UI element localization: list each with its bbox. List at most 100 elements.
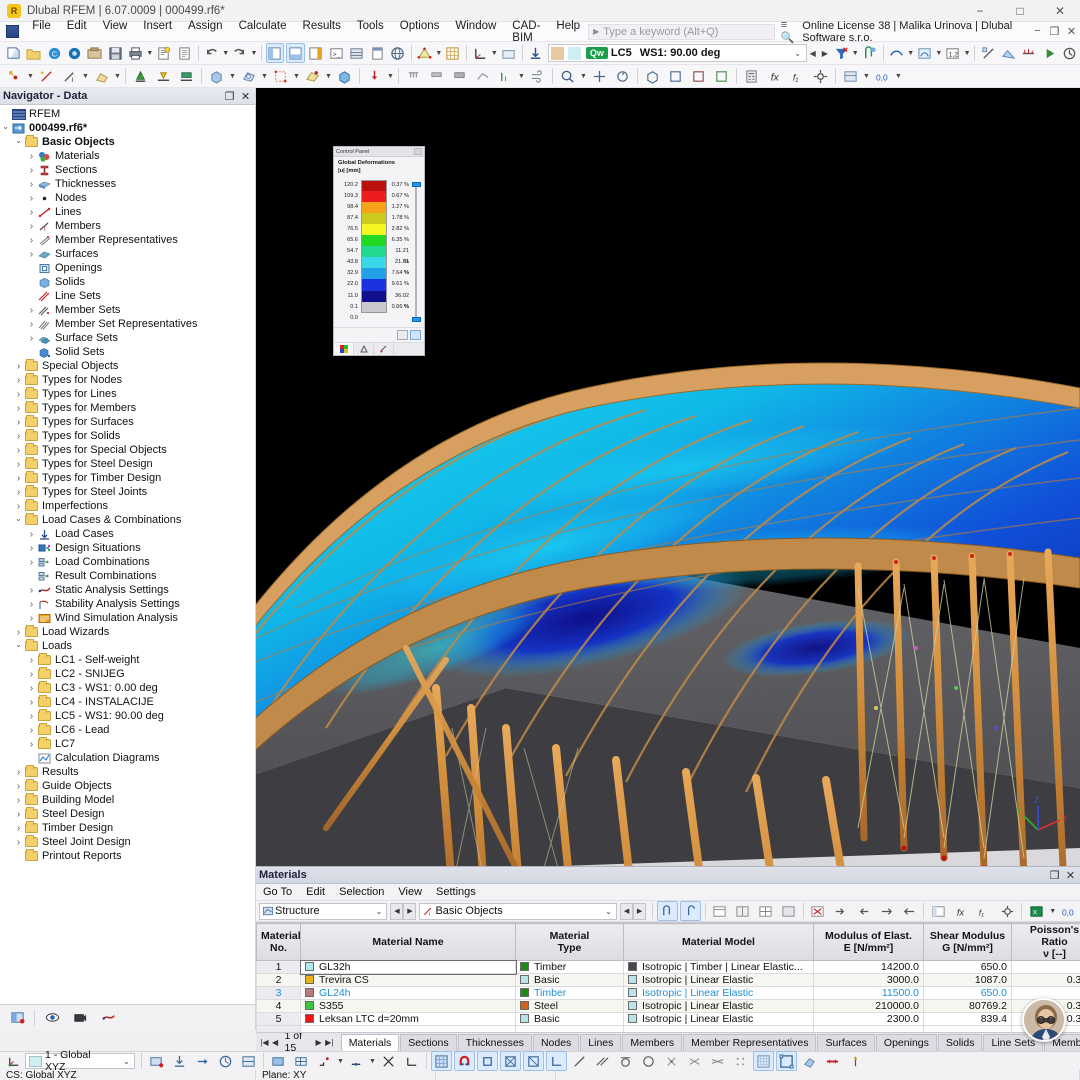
- surface-load-icon[interactable]: [449, 66, 470, 86]
- cell-modulus-elasticity[interactable]: 11500.0: [814, 987, 924, 1000]
- table-decimals-icon[interactable]: 0,0: [1058, 901, 1079, 921]
- structure-selector[interactable]: Structure ⌄: [259, 903, 387, 920]
- tab-materials[interactable]: Materials: [341, 1034, 400, 1051]
- tree-toggle-icon[interactable]: [13, 445, 24, 456]
- pager-first-button[interactable]: |◀: [259, 1038, 270, 1047]
- cloud-sync-icon[interactable]: [65, 43, 83, 63]
- imperfection-dropdown-icon[interactable]: ▼: [517, 73, 526, 80]
- materials-menu-settings[interactable]: Settings: [429, 885, 483, 899]
- tree-node-load-wizards[interactable]: Load Wizards: [0, 625, 255, 639]
- units-dropdown-icon[interactable]: ▼: [862, 73, 871, 80]
- tree-node-lc5-ws1-90-00-deg[interactable]: LC5 - WS1: 90.00 deg: [0, 709, 255, 723]
- tree-toggle-icon[interactable]: [26, 669, 37, 680]
- display-numbering-icon[interactable]: [215, 1051, 236, 1071]
- tree-node-timber-design[interactable]: Timber Design: [0, 821, 255, 835]
- tree-node-basic-objects[interactable]: Basic Objects: [0, 135, 255, 149]
- tree-toggle-icon[interactable]: [13, 501, 24, 512]
- tree-toggle-icon[interactable]: [0, 124, 11, 133]
- doc-close-button[interactable]: ✕: [1063, 25, 1080, 38]
- print-dropdown-icon[interactable]: ▼: [146, 50, 154, 57]
- tree-node-types-for-nodes[interactable]: Types for Nodes: [0, 373, 255, 387]
- tree-toggle-icon[interactable]: [13, 837, 24, 848]
- database-icon[interactable]: [347, 43, 365, 63]
- legend-color-swatch[interactable]: [361, 191, 387, 202]
- solid-dropdown-icon[interactable]: ▼: [228, 73, 237, 80]
- cell-poisson-ratio[interactable]: [1012, 961, 1080, 974]
- tree-toggle-icon[interactable]: [26, 165, 37, 176]
- navigator-views-tab-icon[interactable]: [67, 1007, 93, 1028]
- tree-node-results[interactable]: Results: [0, 765, 255, 779]
- cell-material-type[interactable]: Basic: [516, 974, 624, 987]
- tree-toggle-icon[interactable]: [26, 151, 37, 162]
- tree-node-building-model[interactable]: Building Model: [0, 793, 255, 807]
- tree-toggle-icon[interactable]: [13, 417, 24, 428]
- tree-node-lc4-instalacije[interactable]: LC4 - INSTALACIJE: [0, 695, 255, 709]
- select-in-model-icon[interactable]: [657, 901, 678, 921]
- table-row[interactable]: 4S355SteelIsotropic | Linear Elastic2100…: [257, 1000, 1080, 1013]
- new-line-icon[interactable]: [36, 66, 57, 86]
- legend-range-slider[interactable]: [412, 180, 421, 324]
- legend-color-swatch[interactable]: [361, 257, 387, 268]
- support-line-icon[interactable]: [153, 66, 174, 86]
- new-surface-icon[interactable]: [91, 66, 112, 86]
- work-plane-display-icon[interactable]: [776, 1051, 797, 1071]
- tree-node-load-cases[interactable]: Load Cases: [0, 527, 255, 541]
- menu-item-file[interactable]: File: [24, 18, 59, 46]
- table-view-4-icon[interactable]: [778, 901, 799, 921]
- units-icon[interactable]: [840, 66, 861, 86]
- tree-node-types-for-surfaces[interactable]: Types for Surfaces: [0, 415, 255, 429]
- zoom-dropdown-icon[interactable]: ▼: [579, 73, 588, 80]
- isolines-dropdown-icon[interactable]: ▼: [935, 50, 943, 57]
- chevron-down-icon[interactable]: ⌄: [119, 1057, 134, 1066]
- document-icon[interactable]: [175, 43, 193, 63]
- cs-dropdown-icon[interactable]: ▼: [490, 50, 498, 57]
- globe-icon[interactable]: [388, 43, 406, 63]
- table-row[interactable]: 3GL24hTimberIsotropic | Linear Elastic11…: [257, 987, 1080, 1000]
- table-row[interactable]: 5Leksan LTC d=20mmBasicIsotropic | Linea…: [257, 1013, 1080, 1026]
- tree-node-steel-design[interactable]: Steel Design: [0, 807, 255, 821]
- menu-item-view[interactable]: View: [95, 18, 136, 46]
- tree-node-types-for-special-objects[interactable]: Types for Special Objects: [0, 443, 255, 457]
- cp-tab-filter[interactable]: [374, 343, 394, 355]
- move-row-down-icon[interactable]: [899, 901, 920, 921]
- objects-next-button[interactable]: ▶: [633, 903, 646, 920]
- formula-column-icon[interactable]: fx: [951, 901, 972, 921]
- tree-node-surfaces[interactable]: Surfaces: [0, 247, 255, 261]
- coordinate-system-icon[interactable]: [471, 43, 489, 63]
- opening-dropdown-icon[interactable]: ▼: [260, 73, 269, 80]
- cell-material-no[interactable]: 4: [257, 1000, 301, 1013]
- legend-settings-icon[interactable]: [397, 330, 408, 340]
- work-plane-icon[interactable]: [499, 43, 517, 63]
- tree-node-result-combinations[interactable]: Result Combinations: [0, 569, 255, 583]
- tree-toggle-icon[interactable]: [13, 403, 24, 414]
- member-dropdown-icon[interactable]: ▼: [81, 73, 90, 80]
- line-set-dropdown-icon[interactable]: ▼: [292, 73, 301, 80]
- cell-material-no[interactable]: 5: [257, 1013, 301, 1026]
- user-avatar[interactable]: [1022, 998, 1066, 1042]
- view-reset-icon[interactable]: [1061, 43, 1079, 63]
- snap-mid-dropdown-icon[interactable]: ▼: [368, 1058, 377, 1065]
- display-sections-icon[interactable]: [238, 1051, 259, 1071]
- tree-toggle-icon[interactable]: [13, 516, 24, 525]
- tree-toggle-icon[interactable]: [26, 599, 37, 610]
- tree-node-printout-reports[interactable]: Printout Reports: [0, 849, 255, 863]
- tree-toggle-icon[interactable]: [26, 193, 37, 204]
- isolines-icon[interactable]: [916, 43, 934, 63]
- load-case-type-icon[interactable]: [526, 43, 544, 63]
- new-model-icon[interactable]: [4, 43, 22, 63]
- tree-toggle-icon[interactable]: [13, 473, 24, 484]
- pan-icon[interactable]: [589, 66, 610, 86]
- grid-toggle-icon[interactable]: [444, 43, 462, 63]
- tree-node-types-for-steel-joints[interactable]: Types for Steel Joints: [0, 485, 255, 499]
- ortho-mode-icon[interactable]: [477, 1051, 498, 1071]
- cell-shear-modulus[interactable]: 839.4: [924, 1013, 1012, 1026]
- load-case-selector[interactable]: Qw LC5 WS1: 90.00 deg ⌄: [548, 44, 807, 62]
- cell-material-no[interactable]: 1: [257, 961, 301, 974]
- materials-undock-button[interactable]: ❐: [1048, 869, 1061, 882]
- surface-results-icon[interactable]: [999, 43, 1017, 63]
- tree-node-special-objects[interactable]: Special Objects: [0, 359, 255, 373]
- settings-icon[interactable]: [810, 66, 831, 86]
- open-file-icon[interactable]: [24, 43, 42, 63]
- cell-modulus-elasticity[interactable]: 2300.0: [814, 1013, 924, 1026]
- filter-dropdown-icon[interactable]: ▼: [851, 50, 859, 57]
